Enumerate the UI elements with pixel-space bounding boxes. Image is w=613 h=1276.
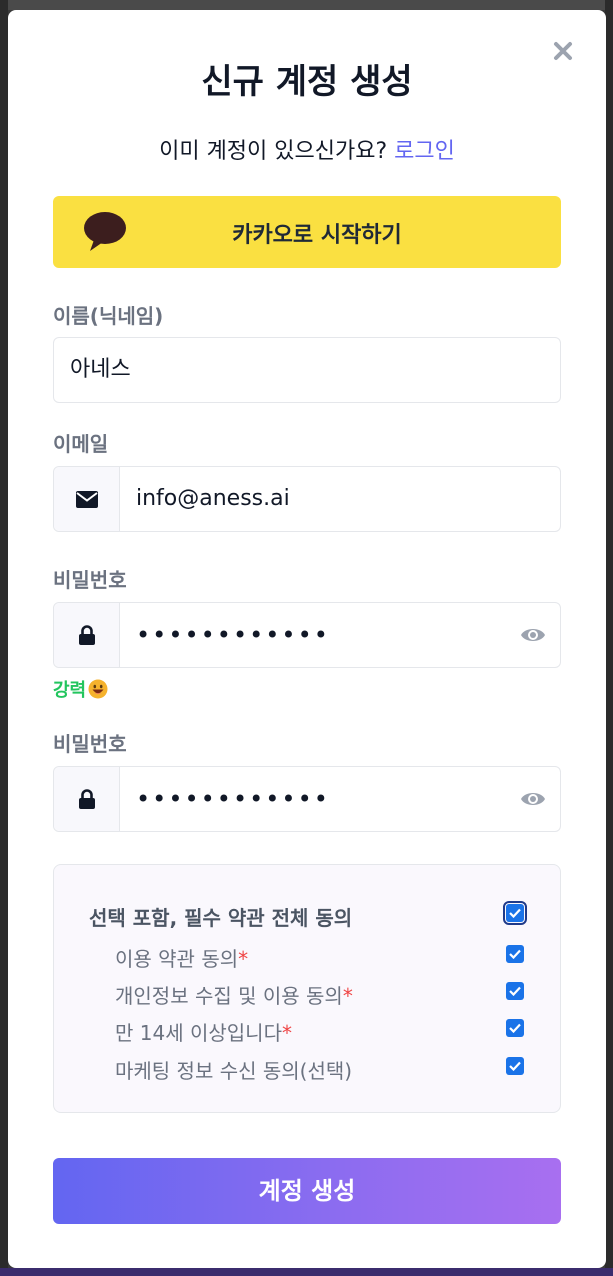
page-title: 신규 계정 생성 bbox=[201, 62, 413, 102]
envelope-icon bbox=[75, 490, 98, 508]
backdrop-left bbox=[0, 0, 8, 1276]
password-confirm-label: 비밀번호 bbox=[53, 732, 127, 756]
login-prompt-text: 이미 계정이 있으신가요? bbox=[159, 139, 388, 164]
terms-all-label: 선택 포함, 필수 약관 전체 동의 bbox=[89, 906, 353, 930]
backdrop bbox=[0, 0, 613, 10]
required-mark: * bbox=[342, 984, 353, 1008]
name-field[interactable]: 아네스 bbox=[53, 337, 561, 403]
password-visibility-toggle[interactable] bbox=[520, 623, 546, 647]
password-confirm-field[interactable]: •••••••••••• bbox=[53, 766, 561, 832]
password-strength-label: 강력 bbox=[53, 680, 87, 701]
terms-item-checkbox[interactable] bbox=[506, 945, 524, 963]
terms-agreement-box: 선택 포함, 필수 약관 전체 동의 이용 약관 동의* 개인정보 수집 및 이… bbox=[53, 864, 561, 1113]
eye-icon bbox=[521, 629, 545, 641]
name-input-value[interactable]: 아네스 bbox=[70, 338, 131, 402]
lock-icon bbox=[78, 625, 95, 645]
terms-item-label: 이용 약관 동의* bbox=[115, 947, 249, 971]
checkmark-icon bbox=[509, 1023, 521, 1033]
password-input-value[interactable]: •••••••••••• bbox=[136, 603, 330, 667]
terms-item-checkbox[interactable] bbox=[506, 982, 524, 1000]
password-label: 비밀번호 bbox=[53, 568, 127, 592]
terms-item-row[interactable]: 개인정보 수집 및 이용 동의* bbox=[54, 977, 560, 1008]
terms-item-label: 만 14세 이상입니다* bbox=[115, 1021, 292, 1045]
checkmark-icon bbox=[509, 1061, 521, 1071]
login-prompt-line: 이미 계정이 있으신가요? 로그인 bbox=[8, 133, 606, 165]
email-label: 이메일 bbox=[53, 432, 109, 456]
backdrop-right bbox=[605, 0, 613, 1276]
eye-icon bbox=[521, 793, 545, 805]
grinning-face-emoji bbox=[88, 679, 108, 699]
login-link[interactable]: 로그인 bbox=[394, 139, 455, 164]
terms-item-label: 마케팅 정보 수신 동의(선택) bbox=[115, 1059, 353, 1083]
password-confirm-input-value[interactable]: •••••••••••• bbox=[136, 767, 330, 831]
name-label: 이름(닉네임) bbox=[53, 304, 164, 328]
lock-icon bbox=[78, 789, 95, 809]
password-addon bbox=[54, 603, 120, 667]
terms-item-label: 개인정보 수집 및 이용 동의* bbox=[115, 984, 353, 1008]
password-field[interactable]: •••••••••••• bbox=[53, 602, 561, 668]
kakao-start-label: 카카오로 시작하기 bbox=[232, 223, 402, 248]
terms-item-row[interactable]: 만 14세 이상입니다* bbox=[54, 1014, 560, 1045]
terms-all-row[interactable]: 선택 포함, 필수 약관 전체 동의 bbox=[54, 899, 560, 930]
create-account-button[interactable]: 계정 생성 bbox=[53, 1158, 561, 1224]
required-mark: * bbox=[281, 1021, 292, 1045]
email-addon bbox=[54, 467, 120, 531]
checkmark-icon bbox=[509, 949, 521, 959]
terms-all-checkbox[interactable] bbox=[503, 901, 527, 925]
signup-modal: 신규 계정 생성 이미 계정이 있으신가요? 로그인 카카오로 시작하기 이름(… bbox=[8, 10, 606, 1268]
password-confirm-addon bbox=[54, 767, 120, 831]
checkmark-icon bbox=[509, 908, 521, 918]
email-field[interactable]: info@aness.ai bbox=[53, 466, 561, 532]
backdrop-bottom bbox=[0, 1268, 613, 1276]
terms-item-checkbox[interactable] bbox=[506, 1057, 524, 1075]
terms-item-checkbox[interactable] bbox=[506, 1019, 524, 1037]
kakao-start-button[interactable]: 카카오로 시작하기 bbox=[53, 196, 561, 268]
email-input-value[interactable]: info@aness.ai bbox=[136, 467, 290, 531]
terms-item-row[interactable]: 마케팅 정보 수신 동의(선택) bbox=[54, 1052, 560, 1083]
required-mark: * bbox=[238, 947, 249, 971]
password-confirm-visibility-toggle[interactable] bbox=[520, 787, 546, 811]
password-strength: 강력 bbox=[53, 676, 108, 702]
terms-item-row[interactable]: 이용 약관 동의* bbox=[54, 940, 560, 971]
checkmark-icon bbox=[509, 986, 521, 996]
